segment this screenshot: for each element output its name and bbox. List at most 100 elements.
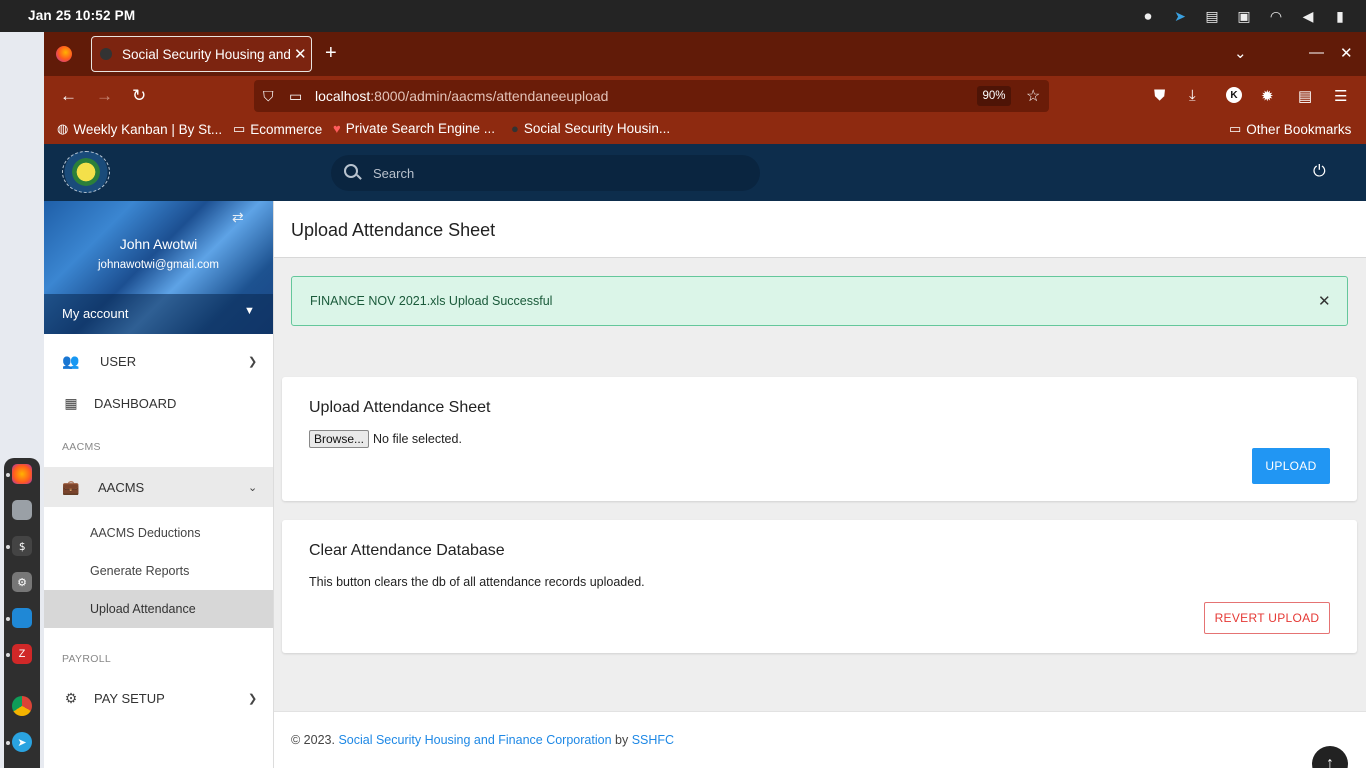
- app-root: ⏻ ⇄ John Awotwi johnawotwi@gmail.com My …: [44, 144, 1366, 768]
- site-icon: ●: [511, 121, 519, 136]
- terminal-icon[interactable]: $: [12, 536, 32, 556]
- alert-close-icon[interactable]: ✕: [1318, 292, 1331, 310]
- users-icon: 👥: [62, 352, 80, 369]
- clipboard-icon[interactable]: ▤: [1202, 6, 1222, 26]
- telegram-dock-icon[interactable]: ➤: [12, 732, 32, 752]
- browser-window: Social Security Housing and Finance Corp…: [44, 32, 1366, 768]
- firefox-icon[interactable]: [12, 464, 32, 484]
- list-tabs-icon[interactable]: ⌄: [1234, 44, 1247, 62]
- sidebar-category-aacms: AACMS: [62, 441, 101, 453]
- sidebar-item-pay-setup[interactable]: ⚙ PAY SETUP ❯: [44, 678, 273, 718]
- vscode-icon[interactable]: [12, 608, 32, 628]
- upload-card-title: Upload Attendance Sheet: [309, 399, 491, 416]
- revert-upload-button[interactable]: REVERT UPLOAD: [1204, 602, 1330, 634]
- dashboard-icon: ▦: [64, 394, 78, 411]
- bookmark-item[interactable]: ◍ Weekly Kanban | By St...: [57, 121, 222, 137]
- volume-icon[interactable]: ◀: [1298, 6, 1318, 26]
- hamburger-menu-icon[interactable]: ☰: [1334, 87, 1347, 105]
- url-host: localhost: [315, 88, 371, 104]
- footer: © 2023. Social Security Housing and Fina…: [274, 711, 1366, 768]
- window-close-icon[interactable]: ✕: [1340, 44, 1353, 62]
- chevron-right-icon: ❯: [248, 692, 258, 705]
- sidebar-item-dashboard[interactable]: ▦ DASHBOARD: [44, 383, 273, 423]
- forward-icon[interactable]: →: [96, 86, 113, 106]
- footer-org-link[interactable]: Social Security Housing and Finance Corp…: [338, 733, 611, 747]
- upload-card: Upload Attendance Sheet Browse... No fil…: [282, 377, 1357, 501]
- footer-author-link[interactable]: SSHFC: [632, 733, 674, 747]
- telegram-icon[interactable]: ➤: [1170, 6, 1190, 26]
- sidebar-subitem-upload-attendance[interactable]: Upload Attendance: [44, 590, 273, 628]
- account-avatar-icon[interactable]: K: [1226, 87, 1242, 103]
- bookmark-item[interactable]: ▭ Ecommerce: [233, 121, 322, 137]
- sidebar-item-user[interactable]: 👥 USER ❯: [44, 341, 273, 381]
- folder-icon: ▭: [1229, 121, 1242, 136]
- tab-bar: Social Security Housing and Finance Corp…: [44, 32, 1366, 76]
- tab-title: Social Security Housing and Finance Corp…: [122, 46, 292, 62]
- sidebar-item-label: DASHBOARD: [94, 395, 177, 411]
- bookmark-item[interactable]: ♥ Private Search Engine ...: [333, 121, 495, 136]
- bookmark-label: Private Search Engine ...: [345, 121, 496, 136]
- profile-card: ⇄ John Awotwi johnawotwi@gmail.com My ac…: [44, 201, 273, 334]
- search-box[interactable]: [331, 155, 760, 191]
- reload-icon[interactable]: ↻: [132, 86, 146, 106]
- back-icon[interactable]: ←: [60, 86, 77, 106]
- browse-button[interactable]: Browse...: [309, 430, 370, 448]
- shield-icon: ♥: [333, 121, 341, 136]
- sidebar-item-label: USER: [100, 353, 137, 369]
- os-clock[interactable]: Jan 25 10:52 PM: [28, 8, 135, 23]
- url-text[interactable]: localhost:8000/admin/aacms/attendaneeupl…: [315, 88, 608, 104]
- file-status: No file selected.: [373, 432, 462, 446]
- sshfc-logo[interactable]: [62, 151, 110, 193]
- pocket-icon[interactable]: ⛊: [1154, 87, 1165, 104]
- downloads-icon[interactable]: ⤓: [1189, 87, 1196, 104]
- page-title: Upload Attendance Sheet: [291, 220, 496, 240]
- dock-running-dot: [6, 545, 10, 549]
- extension-icon[interactable]: ✹: [1261, 87, 1274, 105]
- tab-active[interactable]: Social Security Housing and Finance Corp…: [91, 36, 312, 72]
- other-bookmarks[interactable]: ▭ Other Bookmarks: [1229, 121, 1351, 137]
- firefox-menu-icon[interactable]: [56, 46, 72, 62]
- wifi-icon[interactable]: ◠: [1266, 6, 1286, 26]
- page-info-icon[interactable]: ▭: [289, 88, 302, 105]
- search-icon: [344, 164, 358, 178]
- minimize-icon[interactable]: —: [1309, 44, 1324, 61]
- url-bar[interactable]: ⛉ ▭ localhost:8000/admin/aacms/attendane…: [254, 80, 1049, 112]
- display-icon[interactable]: ▣: [1234, 6, 1254, 26]
- settings-icon[interactable]: ⚙: [12, 572, 32, 592]
- app-z-icon[interactable]: Z: [12, 644, 32, 664]
- chevron-down-icon: ⌄: [248, 481, 258, 494]
- chevron-down-icon: ▼: [244, 305, 255, 317]
- app-header: ⏻: [44, 144, 1366, 201]
- chevron-right-icon: ❯: [248, 355, 258, 368]
- upload-button[interactable]: UPLOAD: [1252, 448, 1330, 484]
- battery-icon[interactable]: ▮: [1330, 6, 1350, 26]
- sidebar: ⇄ John Awotwi johnawotwi@gmail.com My ac…: [44, 201, 274, 768]
- bookmark-label: Ecommerce: [250, 121, 323, 137]
- dock-running-dot: [6, 473, 10, 477]
- new-tab-icon[interactable]: +: [325, 42, 337, 65]
- chrome-icon[interactable]: [12, 696, 32, 716]
- page-title-bar: Upload Attendance Sheet: [274, 201, 1366, 258]
- zoom-badge[interactable]: 90%: [977, 86, 1011, 106]
- sidebar-item-aacms[interactable]: 💼 AACMS ⌄: [44, 467, 273, 507]
- shield-icon[interactable]: ⛉: [263, 88, 274, 105]
- sidebar-item-label: PAY SETUP: [94, 690, 165, 706]
- navigation-toolbar: ← → ↻ ⛉ ▭ localhost:8000/admin/aacms/att…: [44, 76, 1366, 116]
- clear-card: Clear Attendance Database This button cl…: [282, 520, 1357, 653]
- system-tray: ⏺ ➤ ▤ ▣ ◠ ◀ ▮: [1126, 6, 1350, 26]
- screen-record-icon[interactable]: ⏺: [1138, 6, 1158, 26]
- user-name: John Awotwi: [119, 236, 198, 252]
- reader-icon[interactable]: ▤: [1298, 87, 1312, 105]
- swap-icon[interactable]: ⇄: [232, 209, 244, 226]
- other-bookmarks-label: Other Bookmarks: [1246, 121, 1352, 137]
- power-icon[interactable]: ⏻: [1313, 163, 1326, 181]
- bookmark-item[interactable]: ● Social Security Housin...: [511, 121, 670, 136]
- sidebar-subitem-aacms-deductions[interactable]: AACMS Deductions: [44, 514, 273, 552]
- my-account-toggle[interactable]: My account ▼: [44, 294, 273, 334]
- bookmark-star-icon[interactable]: ☆: [1026, 86, 1040, 106]
- sidebar-subitem-generate-reports[interactable]: Generate Reports: [44, 552, 273, 590]
- search-input[interactable]: [373, 164, 743, 182]
- alert-message: FINANCE NOV 2021.xls Upload Successful: [310, 294, 553, 308]
- files-icon[interactable]: [12, 500, 32, 520]
- tab-close-icon[interactable]: ✕: [294, 45, 307, 63]
